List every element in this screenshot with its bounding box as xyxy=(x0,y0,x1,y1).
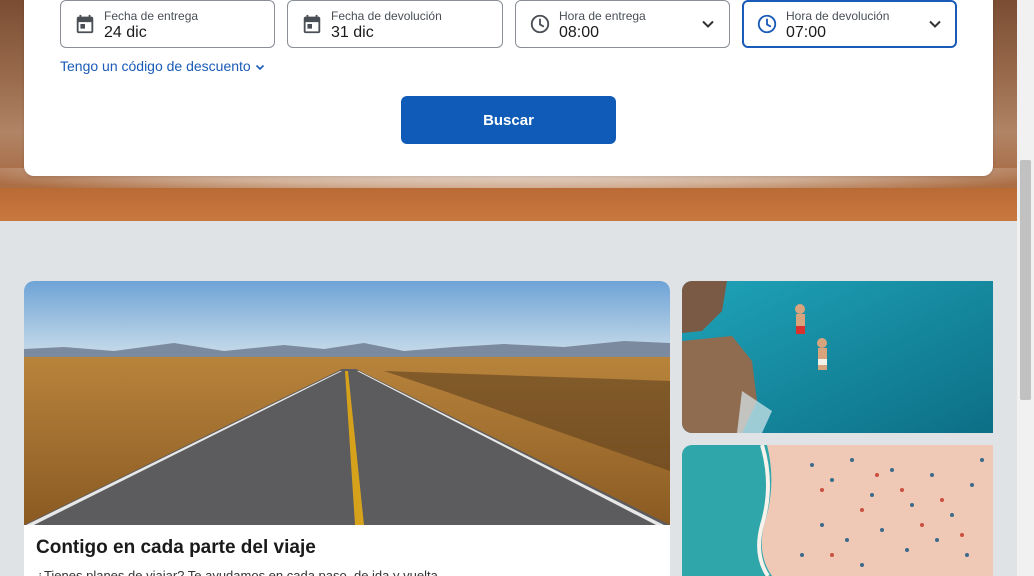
return-time-label: Hora de devolución xyxy=(786,9,890,23)
cliff-jump-image[interactable] xyxy=(682,281,993,433)
return-date-label: Fecha de devolución xyxy=(331,9,442,23)
hero-sand xyxy=(0,188,1017,221)
pickup-time-value: 08:00 xyxy=(559,24,600,41)
chevron-down-icon xyxy=(929,20,941,28)
discount-code-link[interactable]: Tengo un código de descuento xyxy=(60,58,265,74)
search-button[interactable]: Buscar xyxy=(401,96,616,144)
return-time-value: 07:00 xyxy=(786,24,827,41)
pickup-date-label: Fecha de entrega xyxy=(104,9,199,23)
calendar-icon xyxy=(303,14,321,34)
page-scrollbar[interactable] xyxy=(1017,0,1034,576)
discount-code-label: Tengo un código de descuento xyxy=(60,58,251,74)
return-time-select[interactable]: Hora de devolución 07:00 xyxy=(742,0,957,48)
feature-title: Contigo en cada parte del viaje xyxy=(36,537,316,558)
search-card: Fecha de entrega 24 dic Fecha de devoluc… xyxy=(24,0,993,176)
scrollbar-thumb[interactable] xyxy=(1020,160,1031,400)
calendar-icon xyxy=(76,14,94,34)
return-date-value: 31 dic xyxy=(331,24,374,41)
pickup-date-value: 24 dic xyxy=(104,24,147,41)
return-date-field[interactable]: Fecha de devolución 31 dic xyxy=(287,0,503,48)
pickup-time-label: Hora de entrega xyxy=(559,9,646,23)
feature-card[interactable]: Contigo en cada parte del viaje ¿Tienes … xyxy=(24,281,670,576)
pickup-time-select[interactable]: Hora de entrega 08:00 xyxy=(515,0,730,48)
chevron-down-icon xyxy=(255,65,264,71)
feature-description: ¿Tienes planes de viajar? Te ayudamos en… xyxy=(36,568,442,576)
clock-icon xyxy=(530,14,550,34)
beach-aerial-image[interactable] xyxy=(682,445,993,576)
chevron-down-icon xyxy=(702,20,714,28)
road-image xyxy=(24,281,670,525)
clock-icon xyxy=(757,14,777,34)
pickup-date-field[interactable]: Fecha de entrega 24 dic xyxy=(60,0,275,48)
